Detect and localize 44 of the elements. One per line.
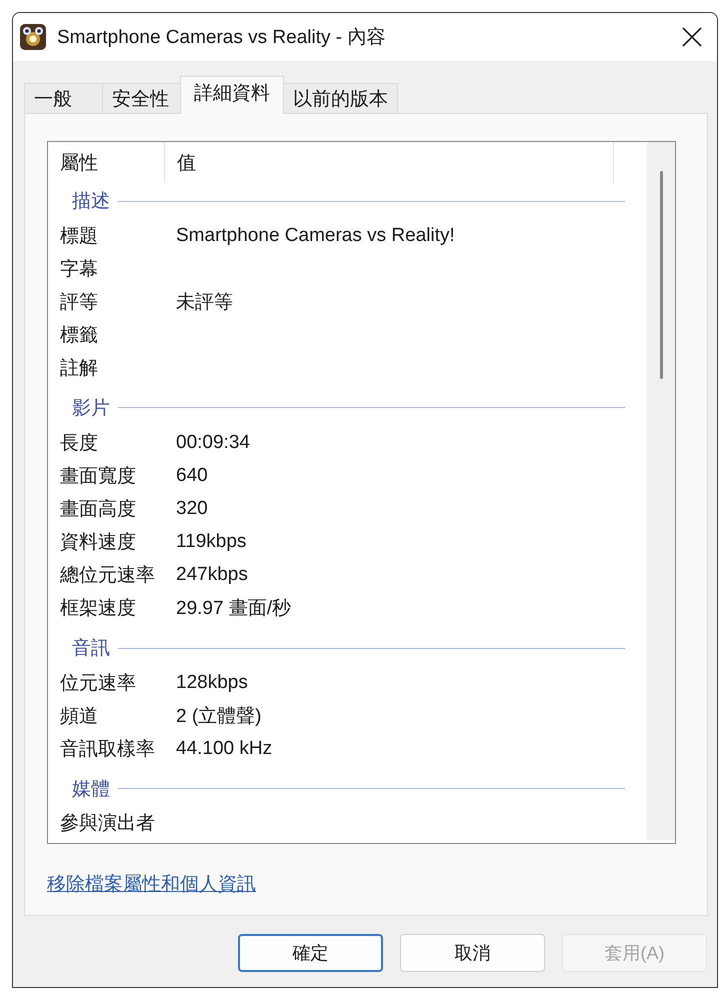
section-heading: 影片	[72, 396, 110, 421]
property-value[interactable]: 2 (立體聲)	[176, 702, 262, 729]
tab[interactable]: 詳細資料	[180, 76, 284, 114]
property-value[interactable]: Smartphone Cameras vs Reality!	[176, 224, 455, 247]
tab[interactable]: 安全性	[102, 83, 181, 113]
property-value[interactable]: 119kbps	[176, 531, 246, 554]
column-header[interactable]: 屬性	[48, 142, 165, 183]
scrollbar-thumb[interactable]	[660, 171, 662, 379]
property-name[interactable]: 框架速度	[48, 595, 176, 622]
property-value[interactable]: 00:09:34	[176, 432, 250, 454]
property-name[interactable]: 資料速度	[48, 529, 176, 556]
property-value[interactable]: 247kbps	[176, 564, 248, 586]
scrollbar[interactable]	[647, 142, 675, 840]
close-icon	[682, 27, 702, 47]
window-title: Smartphone Cameras vs Reality - 內容	[57, 26, 386, 50]
section-heading: 媒體	[72, 778, 110, 802]
property-value[interactable]: 29.97 畫面/秒	[176, 595, 292, 622]
property-value[interactable]: 44.100 kHz	[176, 738, 272, 760]
property-name[interactable]: 長度	[48, 430, 176, 456]
property-name[interactable]: 標籤	[48, 322, 176, 348]
tab[interactable]: 一般	[24, 83, 103, 113]
property-name[interactable]: 評等	[48, 288, 176, 315]
property-name[interactable]: 畫面高度	[48, 496, 176, 522]
property-name[interactable]: 音訊取樣率	[48, 736, 176, 762]
section-heading: 音訊	[72, 637, 110, 662]
property-value[interactable]: 128kbps	[176, 672, 248, 694]
app-icon	[20, 24, 46, 50]
property-name[interactable]: 標題	[48, 222, 176, 249]
column-header[interactable]: 值	[165, 142, 614, 183]
property-name[interactable]: 總位元速率	[48, 562, 176, 588]
dialog-button[interactable]: 取消	[400, 934, 545, 972]
remove-properties-link[interactable]: 移除檔案屬性和個人資訊	[47, 870, 256, 897]
property-value[interactable]: 640	[176, 464, 208, 487]
property-name[interactable]: 頻道	[48, 702, 176, 729]
section-heading: 描述	[72, 190, 110, 214]
dialog-button[interactable]: 確定	[238, 934, 383, 972]
property-name[interactable]: 註解	[48, 355, 176, 382]
property-name[interactable]: 參與演出者	[48, 810, 176, 836]
property-name[interactable]: 位元速率	[48, 670, 176, 696]
property-name[interactable]: 畫面寬度	[48, 462, 176, 489]
property-value[interactable]: 未評等	[176, 288, 233, 315]
property-value[interactable]: 320	[176, 498, 208, 520]
tab[interactable]: 以前的版本	[283, 83, 398, 113]
property-name[interactable]: 字幕	[48, 256, 176, 282]
